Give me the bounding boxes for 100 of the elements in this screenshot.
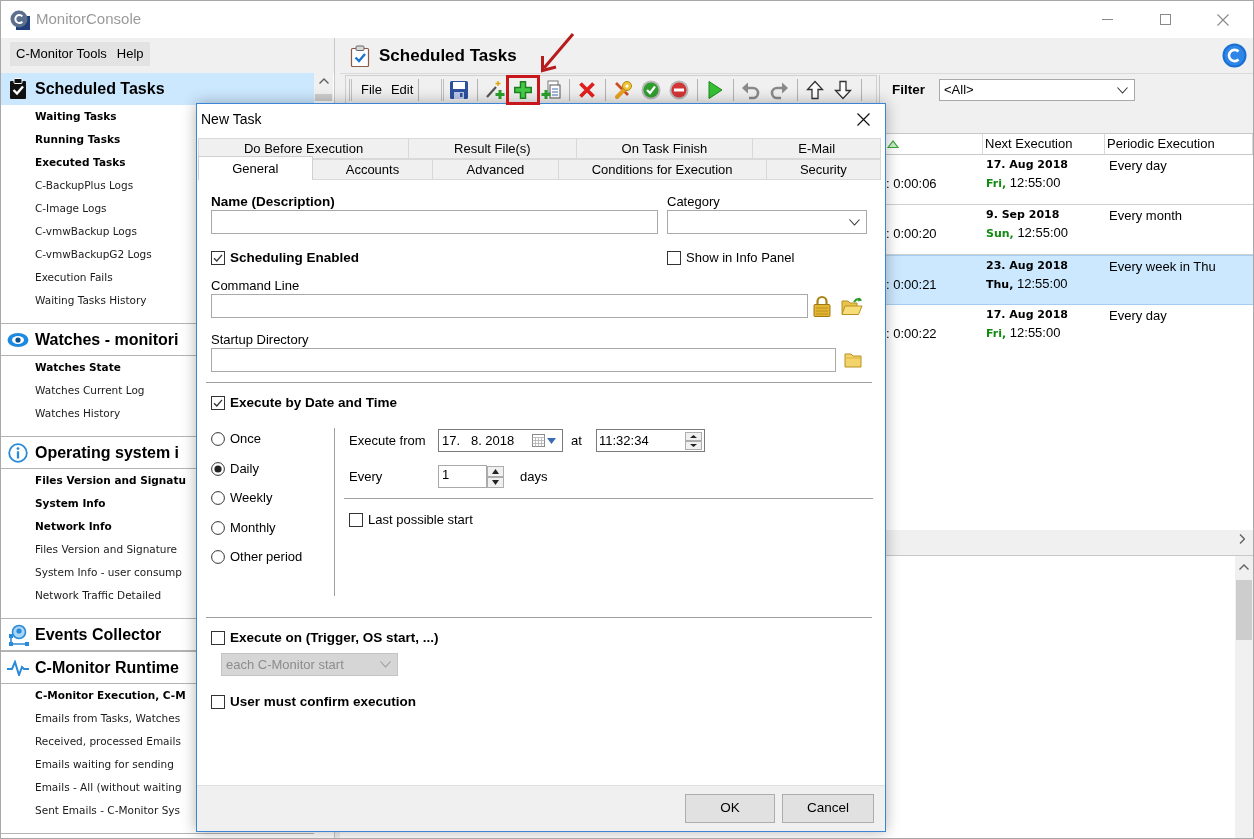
field-label: Startup Directory (211, 332, 309, 348)
tab[interactable]: E-Mail (752, 138, 882, 159)
column-header[interactable]: Next Execution (983, 134, 1105, 154)
folder-icon (844, 352, 862, 368)
close-icon (856, 113, 870, 126)
column-header[interactable]: Periodic Execution (1105, 134, 1253, 154)
unit-label: days (520, 467, 548, 486)
sidebar-section-header[interactable]: Scheduled Tasks (1, 73, 314, 105)
next-time-text: Fri, 12:55:00 (986, 324, 1061, 342)
table-cell: Every day (1109, 158, 1167, 173)
table-row[interactable]: : 0:00:21 23. Aug 2018 Thu, 12:55:00 Every week in Thu (885, 255, 1253, 305)
clipboard-check-icon (350, 44, 370, 67)
text-field[interactable] (211, 210, 658, 234)
number-field[interactable]: 1 (438, 465, 487, 488)
radio-label: Other period (230, 549, 303, 565)
spin-up-button[interactable] (487, 465, 504, 477)
sidebar-item[interactable]: C-vmwBackupG2 Logs (35, 243, 152, 266)
padlock-icon (813, 295, 831, 317)
scrollbar-thumb[interactable] (1236, 580, 1252, 640)
filter-dropdown[interactable]: <All> (939, 79, 1135, 101)
checkbox[interactable] (211, 251, 225, 265)
menu-item[interactable]: Edit (390, 81, 414, 99)
dropdown-triangle-icon (547, 437, 556, 444)
sidebar-item[interactable]: System Info (35, 492, 106, 515)
radio-button[interactable] (211, 432, 225, 446)
sidebar-item[interactable]: Waiting Tasks (35, 105, 117, 128)
plus-icon (513, 80, 534, 100)
sidebar-item[interactable]: C-BackupPlus Logs (35, 174, 134, 197)
chevron-up-icon[interactable] (318, 78, 329, 84)
sidebar-item[interactable]: C-Monitor Execution, C-M (35, 684, 186, 707)
sidebar-item[interactable]: System Info - user consump (35, 561, 182, 584)
clipboard-check-icon (8, 77, 28, 100)
table-cell: Every month (1109, 208, 1182, 223)
tab[interactable]: Accounts (311, 159, 434, 180)
calendar-icon (532, 434, 545, 447)
next-date-text: 17. Aug 2018 (986, 157, 1068, 173)
sidebar-item[interactable]: Sent Emails - C-Monitor Sys (35, 799, 181, 822)
sidebar-item[interactable]: Watches State (35, 356, 121, 379)
sidebar-item[interactable]: Emails waiting for sending (35, 753, 174, 776)
cancel-button[interactable]: Cancel (782, 794, 874, 823)
text-field[interactable] (211, 348, 836, 372)
sidebar-item[interactable]: Executed Tasks (35, 151, 126, 174)
ok-button[interactable]: OK (685, 794, 775, 823)
sidebar-item[interactable]: Emails from Tasks, Watches (35, 707, 181, 730)
tab[interactable]: Advanced (432, 159, 559, 180)
arrow-up-icon (806, 80, 825, 100)
date-field[interactable]: 17. 8. 2018 (438, 429, 563, 452)
add-button[interactable] (506, 75, 541, 105)
sidebar-item[interactable]: Network Traffic Detailed (35, 584, 162, 607)
scrollbar-thumb[interactable] (315, 94, 332, 101)
checkbox-label: Execute by Date and Time (230, 395, 398, 411)
sidebar-item[interactable]: Files Version and Signatu (35, 469, 186, 492)
tab[interactable]: Conditions for Execution (557, 159, 767, 180)
chevron-down-icon (380, 661, 391, 668)
chevron-right-icon[interactable] (1239, 534, 1245, 544)
menu-item[interactable]: Help (116, 45, 144, 63)
spin-down-button[interactable] (685, 440, 702, 450)
chevron-down-icon (1117, 86, 1128, 94)
sidebar-item[interactable]: Emails - All (without waiting (35, 776, 182, 799)
chevron-down-icon (849, 218, 860, 226)
sidebar-item[interactable]: Execution Fails (35, 266, 113, 289)
text-field[interactable] (211, 294, 808, 318)
tab[interactable]: General (198, 156, 313, 180)
sort-triangle-icon (887, 140, 899, 148)
checkbox[interactable] (667, 251, 681, 265)
menu-item[interactable]: File (361, 81, 382, 99)
tab[interactable]: On Task Finish (575, 138, 754, 159)
menu-item[interactable]: C-Monitor Tools (16, 45, 107, 63)
radio-button[interactable] (211, 461, 225, 476)
spin-down-button[interactable] (487, 476, 504, 488)
checkbox[interactable] (211, 396, 225, 410)
tab[interactable]: Result File(s) (408, 138, 577, 159)
annotation-arrow (539, 32, 575, 73)
panel-title: Scheduled Tasks (379, 44, 517, 67)
sidebar-item[interactable]: C-Image Logs (35, 197, 107, 220)
tools-icon (613, 80, 634, 100)
pulse-icon (6, 659, 30, 676)
next-time-text: Fri, 12:55:00 (986, 174, 1061, 192)
spin-up-button[interactable] (685, 431, 702, 441)
sidebar-item[interactable]: Watches Current Log (35, 379, 145, 402)
chevron-up-icon[interactable] (1239, 564, 1249, 570)
sidebar-item[interactable]: C-vmwBackup Logs (35, 220, 137, 243)
table-cell: : 0:00:22 (886, 326, 937, 341)
time-field[interactable]: 11:32:34 (596, 429, 705, 452)
magic-wand-plus-icon (485, 80, 506, 100)
radio-button[interactable] (211, 520, 225, 535)
next-time-text: Sun, 12:55:00 (986, 224, 1068, 242)
checkbox[interactable] (211, 695, 225, 709)
sidebar-item[interactable]: Received, processed Emails (35, 730, 181, 753)
radio-button[interactable] (211, 491, 225, 505)
sidebar-item[interactable]: Files Version and Signature (35, 538, 178, 561)
radio-button[interactable] (211, 550, 225, 564)
sidebar-item[interactable]: Waiting Tasks History (35, 289, 147, 312)
sidebar-item[interactable]: Watches History (35, 402, 121, 425)
radio-label: Weekly (230, 490, 273, 506)
sidebar-item[interactable]: Network Info (35, 515, 112, 538)
sidebar-item[interactable]: Running Tasks (35, 128, 121, 151)
tab[interactable]: Security (765, 159, 881, 180)
dialog-title: New Task (201, 110, 262, 129)
checkbox[interactable] (349, 513, 363, 527)
